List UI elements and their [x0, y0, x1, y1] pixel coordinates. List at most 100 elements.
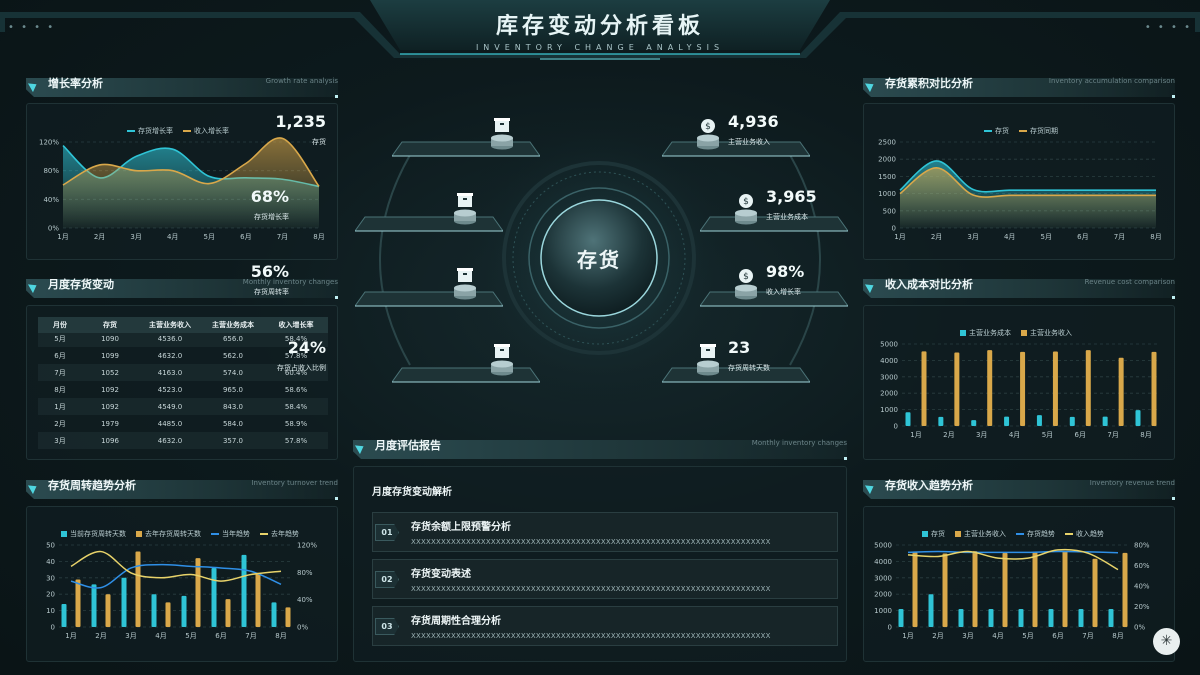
panel-title-accum: 存货累积对比分析 Inventory accumulation comparis… — [863, 75, 1175, 98]
report-number-badge: 02 — [375, 571, 399, 588]
x-tick-label: 7月 — [1114, 233, 1125, 241]
report-item-text: XXXXXXXXXXXXXXXXXXXXXXXXXXXXXXXXXXXXXXXX… — [411, 585, 771, 593]
x-tick-label: 8月 — [1140, 431, 1151, 439]
y2-tick-label: 120% — [297, 542, 317, 550]
panel-revcost: 主营业务成本 主营业务收入 0 1000 2000 3000 4000 5000 1月 2月 3… — [863, 305, 1175, 460]
bar — [1078, 608, 1084, 627]
x-tick-label: 8月 — [313, 233, 324, 241]
y-tick-label: 3000 — [880, 373, 898, 381]
table-cell: 4485.0 — [157, 419, 183, 428]
table-row: 2月 1979 4485.0 584.0 58.9% — [38, 415, 328, 432]
x-tick-label: 7月 — [1082, 632, 1093, 640]
header: • • • • • • • • 库存变动分析看板 INVENTORY CHANG… — [0, 0, 1200, 62]
y-tick-label: 2000 — [874, 591, 892, 599]
report-item-title: 存货变动表述 — [411, 569, 471, 580]
bar — [938, 416, 944, 426]
bar — [1036, 415, 1042, 426]
report-heading: 月度存货变动解析 — [372, 487, 452, 498]
bar — [1004, 416, 1010, 426]
y-tick-label: 80% — [43, 167, 59, 175]
bar — [1032, 552, 1038, 627]
table-cell: 584.0 — [222, 419, 244, 428]
report-item[interactable]: 03 存货周期性合理分析 XXXXXXXXXXXXXXXXXXXXXXXXXXX… — [372, 606, 838, 646]
bar — [61, 604, 67, 627]
bar — [1108, 608, 1114, 627]
table-row: 1月 1092 4549.0 843.0 58.4% — [38, 398, 328, 415]
bar — [1135, 410, 1141, 426]
panel-title-report: 月度评估报告 Monthly inventory changes — [353, 437, 847, 460]
table-cell: 656.0 — [222, 334, 244, 343]
table-cell: 562.0 — [222, 351, 244, 360]
x-tick-label: 4月 — [1009, 431, 1020, 439]
y2-tick-label: 80% — [1134, 542, 1150, 550]
table-cell: 1092 — [101, 385, 119, 394]
x-tick-label: 2月 — [95, 632, 106, 640]
x-tick-label: 3月 — [967, 233, 978, 241]
platform — [355, 291, 503, 307]
stat-label: 存货周转率 — [254, 288, 289, 296]
bar — [75, 579, 81, 627]
y2-tick-label: 0% — [297, 624, 308, 632]
stat-value: 68% — [250, 187, 289, 206]
table-cell: 574.0 — [222, 368, 244, 377]
report-item[interactable]: 01 存货余额上限预警分析 XXXXXXXXXXXXXXXXXXXXXXXXXX… — [372, 512, 838, 552]
y-tick-label: 2000 — [880, 390, 898, 398]
box-icon — [697, 344, 719, 376]
stat-label: 收入增长率 — [766, 288, 801, 296]
x-tick-label: 2月 — [943, 431, 954, 439]
bar — [135, 551, 141, 627]
x-tick-label: 4月 — [1004, 233, 1015, 241]
bar — [1102, 416, 1108, 426]
y2-tick-label: 40% — [297, 596, 313, 604]
bar — [1002, 552, 1008, 627]
x-tick-label: 7月 — [1107, 431, 1118, 439]
table-cell: 8月 — [54, 385, 66, 394]
bar — [181, 595, 187, 627]
revtrend-chart: 0 1000 2000 3000 4000 5000 0% 20% 40% 60% 80% 1月 2月 3… — [874, 542, 1150, 641]
x-tick-label: 7月 — [277, 233, 288, 241]
stat-label: 主营业务成本 — [766, 213, 808, 221]
stat-value: 24% — [287, 338, 326, 357]
platform — [355, 216, 503, 232]
svg-text:$: $ — [743, 272, 749, 282]
x-tick-label: 5月 — [204, 233, 215, 241]
center-label: 存货 — [577, 248, 621, 272]
bar — [921, 351, 927, 426]
table-row: 3月 1096 4632.0 357.0 57.8% — [38, 432, 328, 449]
panel-monthly: 月份 存货 主营业务收入 主营业务成本 收入增长率 5月 1090 4536.0 656.0 58… — [26, 305, 338, 460]
bar — [942, 553, 948, 627]
bar — [241, 554, 247, 627]
table-cell: 58.4% — [284, 402, 308, 411]
floating-tool-button[interactable]: ✳ — [1153, 628, 1180, 655]
report-number-badge: 01 — [375, 524, 399, 541]
y-tick-label: 4000 — [874, 558, 892, 566]
table-cell: 3月 — [54, 436, 66, 445]
y-tick-label: 0% — [48, 225, 59, 233]
x-tick-label: 6月 — [240, 233, 251, 241]
panel-turnover: 当前存货周转天数 去年存货周转天数 当年趋势 去年趋势 0 10 20 30 40 50 0… — [26, 506, 338, 662]
bar — [988, 608, 994, 627]
box-icon — [454, 268, 476, 300]
table-cell: 965.0 — [222, 385, 244, 394]
table-cell: 2月 — [54, 419, 66, 428]
table-cell: 58.9% — [284, 419, 308, 428]
bar — [1069, 416, 1075, 426]
report-item-text: XXXXXXXXXXXXXXXXXXXXXXXXXXXXXXXXXXXXXXXX… — [411, 632, 771, 640]
table-cell: 57.8% — [284, 436, 308, 445]
bar — [928, 594, 934, 627]
report-item[interactable]: 02 存货变动表述 XXXXXXXXXXXXXXXXXXXXXXXXXXXXXX… — [372, 559, 838, 599]
table-cell: 1092 — [101, 402, 119, 411]
bar — [954, 352, 960, 426]
x-tick-label: 6月 — [1052, 632, 1063, 640]
stat-value: 3,965 — [766, 187, 817, 206]
money-bag-icon: $ — [735, 269, 757, 300]
table-row: 5月 1090 4536.0 656.0 58.4% — [38, 330, 328, 347]
bar — [971, 420, 977, 426]
y-tick-label: 0 — [888, 624, 892, 632]
bar — [912, 552, 918, 627]
panel-accum: 存货 存货同期 0 500 1000 1500 2000 2500 1月 2月 3月 4月 5月 6月… — [863, 103, 1175, 260]
bar — [91, 584, 97, 627]
bar — [1052, 351, 1058, 426]
y-tick-label: 40% — [43, 196, 59, 204]
bar — [151, 594, 157, 627]
